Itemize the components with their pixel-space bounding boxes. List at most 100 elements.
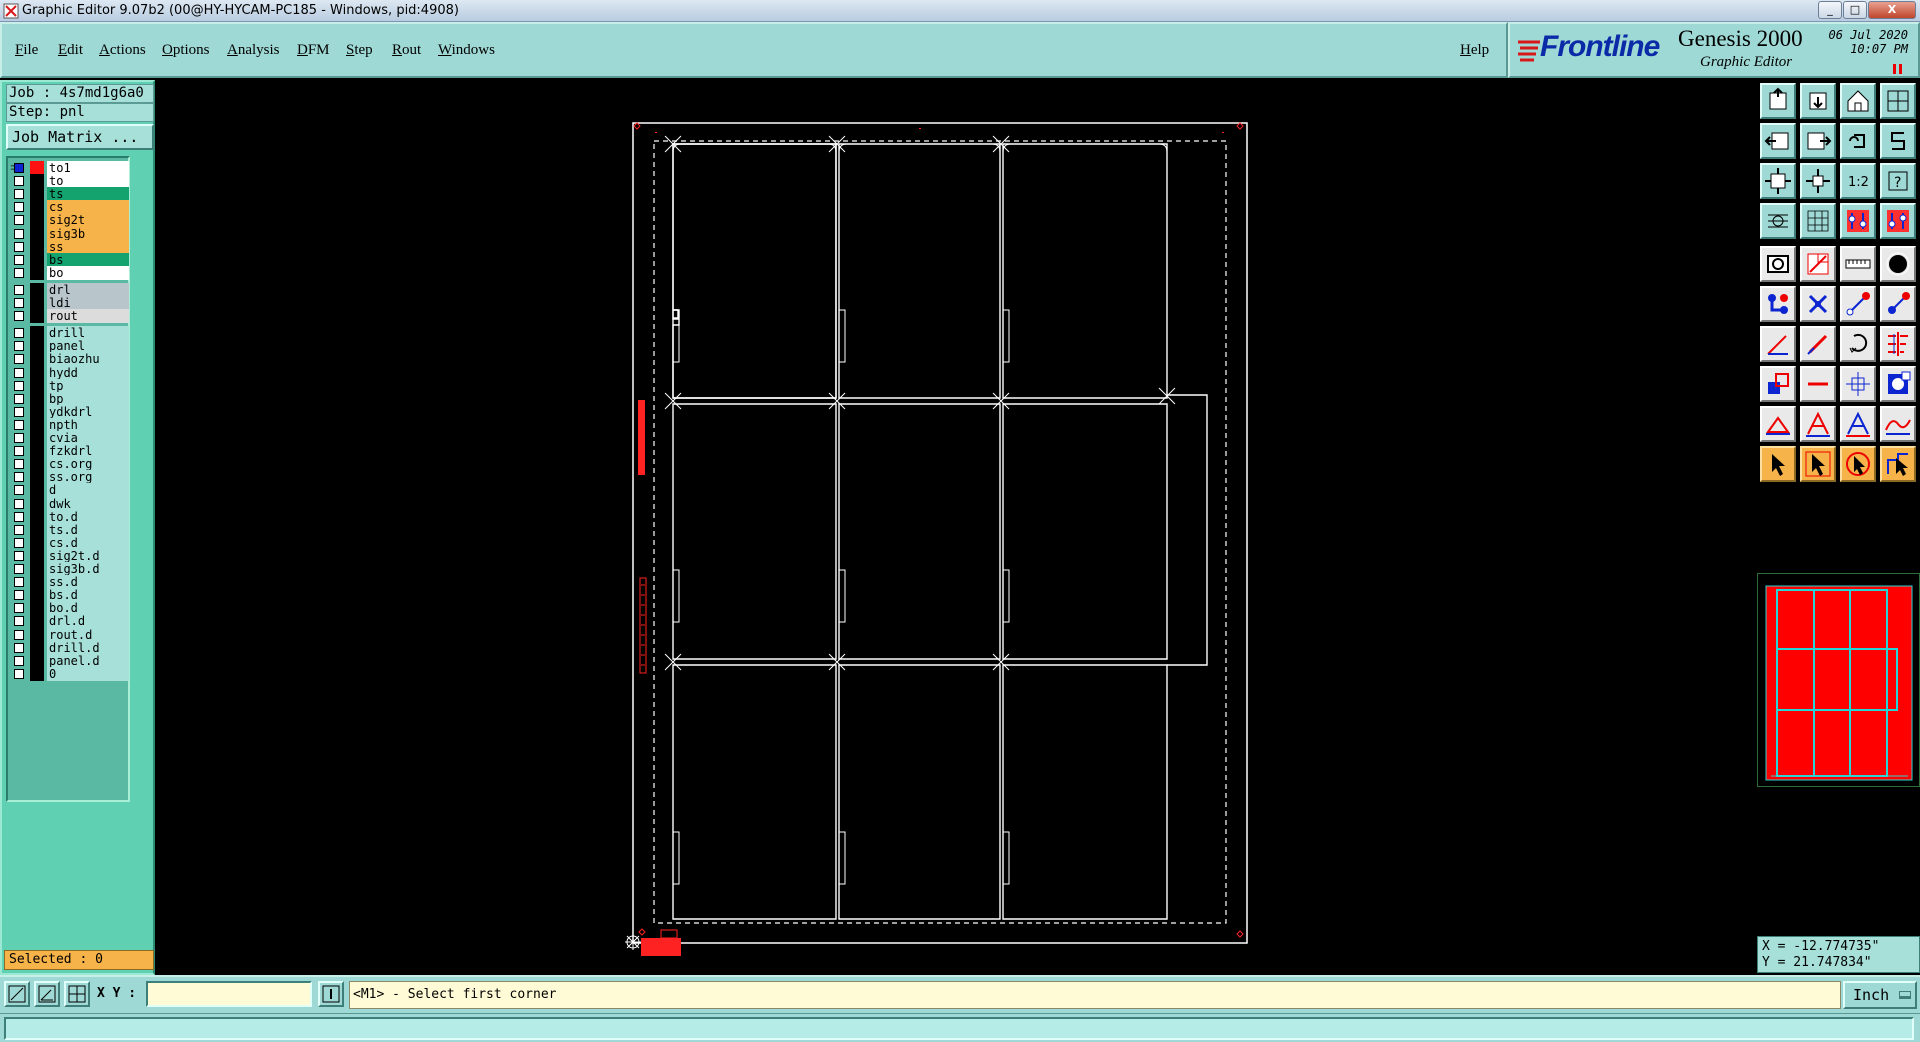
- layer-checkbox[interactable]: [14, 433, 24, 443]
- layer-checkbox[interactable]: [14, 668, 24, 679]
- layer-name[interactable]: 0: [47, 666, 129, 681]
- help-tool-button[interactable]: ?: [1880, 163, 1916, 199]
- layer-checkbox[interactable]: [14, 459, 24, 470]
- graphic-canvas[interactable]: [155, 80, 1757, 975]
- dimension-tool-button[interactable]: [1840, 366, 1876, 402]
- close-button[interactable]: X: [1868, 1, 1916, 19]
- menu-analysis[interactable]: Analysis: [227, 42, 280, 59]
- layer-name[interactable]: bo: [47, 265, 129, 280]
- layer-checkbox[interactable]: [14, 406, 24, 417]
- pause-icon[interactable]: [1893, 64, 1902, 74]
- redo-zoom-tool-button[interactable]: [1880, 123, 1916, 159]
- wave-tool-button[interactable]: [1880, 406, 1916, 442]
- menu-step[interactable]: Step: [346, 42, 373, 59]
- layer-blue-tool-button[interactable]: [1880, 203, 1916, 239]
- layer-checkbox[interactable]: [14, 328, 24, 339]
- layer-checkbox[interactable]: [14, 472, 24, 483]
- layer-checkbox[interactable]: [14, 564, 24, 574]
- layer-display-marker[interactable]: [30, 666, 44, 681]
- job-matrix-button[interactable]: Job Matrix ...: [6, 124, 154, 150]
- layer-checkbox[interactable]: [14, 341, 24, 352]
- layer-checkbox[interactable]: [14, 446, 24, 457]
- select-tool-button[interactable]: [1760, 446, 1796, 482]
- overview-minimap[interactable]: [1763, 582, 1915, 786]
- menu-edit[interactable]: Edit: [58, 42, 83, 59]
- layer-checkbox[interactable]: [14, 354, 24, 365]
- layer-checkbox[interactable]: [14, 511, 24, 522]
- layer-checkbox[interactable]: [14, 380, 24, 391]
- split-view-tool-button[interactable]: [1880, 83, 1916, 119]
- layer-checkbox[interactable]: [14, 393, 24, 404]
- triangle-tool-button[interactable]: [1760, 406, 1796, 442]
- command-input[interactable]: [4, 1017, 1914, 1040]
- connect-tool-button[interactable]: [1760, 286, 1796, 322]
- layer-checkbox[interactable]: [14, 655, 24, 666]
- transform-tool-button[interactable]: [1760, 366, 1796, 402]
- menu-help[interactable]: Help: [1460, 42, 1489, 59]
- ratio-tool-button[interactable]: 1:2: [1840, 163, 1876, 199]
- cross-tool-button[interactable]: [1800, 286, 1836, 322]
- layer-checkbox[interactable]: [14, 485, 24, 496]
- layer-checkbox[interactable]: [14, 629, 24, 640]
- slope-tool-button[interactable]: [1760, 326, 1796, 362]
- layer-checkbox[interactable]: [14, 603, 24, 614]
- undo-zoom-tool-button[interactable]: [1840, 123, 1876, 159]
- xy-input[interactable]: [146, 981, 312, 1007]
- layer-checkbox[interactable]: [14, 616, 24, 627]
- layer-checkbox[interactable]: [14, 215, 24, 226]
- layer-checkbox[interactable]: [14, 254, 24, 265]
- layer-display-marker[interactable]: [30, 265, 44, 280]
- layer-checkbox[interactable]: [14, 590, 24, 601]
- layer-checkbox[interactable]: [14, 228, 24, 239]
- snap-button[interactable]: [4, 981, 30, 1007]
- layer-checkbox[interactable]: [14, 550, 24, 561]
- units-select[interactable]: Inch: [1843, 981, 1917, 1009]
- menu-file[interactable]: File: [15, 42, 38, 59]
- layer-checkbox[interactable]: [14, 537, 24, 548]
- select-poly-tool-button[interactable]: [1880, 446, 1916, 482]
- layer-checkbox[interactable]: [14, 642, 24, 653]
- layer-checkbox[interactable]: [14, 498, 24, 509]
- layer-row[interactable]: 0: [10, 666, 130, 682]
- menu-windows[interactable]: Windows: [438, 42, 495, 59]
- info-button[interactable]: [318, 981, 344, 1007]
- zoom-home-tool-button[interactable]: [1760, 83, 1796, 119]
- layer-checkbox[interactable]: [14, 189, 24, 200]
- layer-row[interactable]: bo: [10, 265, 130, 281]
- fit-step-tool-button[interactable]: [1800, 163, 1836, 199]
- layer-display-marker[interactable]: [30, 309, 44, 324]
- select-area-tool-button[interactable]: [1840, 446, 1876, 482]
- layer-checkbox[interactable]: [14, 176, 24, 187]
- grid-snap-button[interactable]: [34, 981, 60, 1007]
- pan-left-tool-button[interactable]: [1760, 123, 1796, 159]
- layer-checkbox[interactable]: [14, 284, 24, 295]
- layer-checkbox[interactable]: [14, 367, 24, 378]
- menu-dfm[interactable]: DFM: [297, 42, 330, 59]
- layer-checkbox[interactable]: [14, 298, 24, 308]
- layer-checkbox[interactable]: [14, 163, 24, 173]
- arc-tool-button[interactable]: [1800, 406, 1836, 442]
- minus-tool-button[interactable]: [1800, 366, 1836, 402]
- layer-checkbox[interactable]: [14, 267, 24, 278]
- snap-tool-button[interactable]: [1760, 203, 1796, 239]
- align-tool-button[interactable]: [1880, 326, 1916, 362]
- grid-tool-button[interactable]: [1800, 203, 1836, 239]
- layer-checkbox[interactable]: [14, 524, 24, 535]
- measure-tool-button[interactable]: [1760, 246, 1796, 282]
- menu-actions[interactable]: Actions: [99, 42, 146, 59]
- grid-button[interactable]: [64, 981, 90, 1007]
- menu-options[interactable]: Options: [162, 42, 210, 59]
- layer-checkbox[interactable]: [14, 577, 24, 588]
- arch-tool-button[interactable]: [1840, 406, 1876, 442]
- delete-tool-button[interactable]: [1800, 246, 1836, 282]
- pan-right-tool-button[interactable]: [1800, 123, 1836, 159]
- layer-red-tool-button[interactable]: [1840, 203, 1876, 239]
- node-tool-button[interactable]: [1880, 286, 1916, 322]
- pad-tool-button[interactable]: [1880, 246, 1916, 282]
- layer-name[interactable]: rout: [47, 309, 129, 324]
- ruler-tool-button[interactable]: [1840, 246, 1876, 282]
- rotate-tool-button[interactable]: [1840, 326, 1876, 362]
- minimize-button[interactable]: _: [1818, 1, 1842, 19]
- layer-checkbox[interactable]: [14, 241, 24, 252]
- layer-checkbox[interactable]: [14, 419, 24, 430]
